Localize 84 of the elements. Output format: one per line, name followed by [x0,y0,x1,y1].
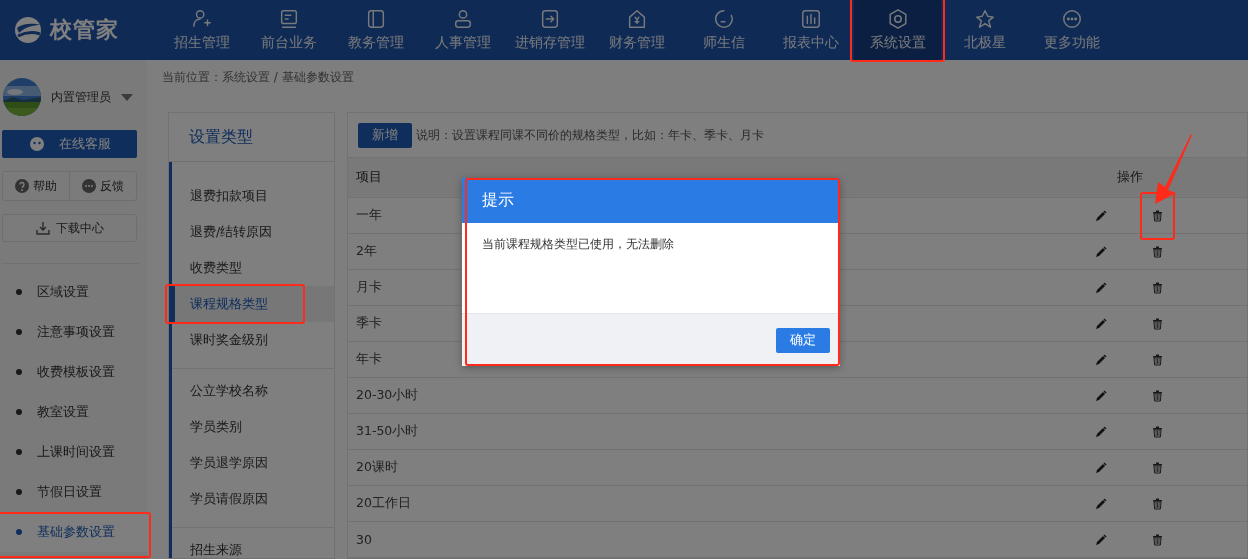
settings-type-item[interactable]: 课时奖金级别 [172,322,334,358]
download-center-button[interactable]: 下载中心 [2,214,137,242]
trash-icon[interactable] [1152,533,1163,546]
chat-bubble-icon [82,179,96,193]
column-header: 项目 [356,169,382,184]
download-icon [35,221,50,235]
settings-type-item[interactable]: 课程规格类型 [169,286,334,322]
table-cell: 30 [356,532,372,547]
pencil-icon[interactable] [1095,317,1107,330]
sidebar-menu-item[interactable]: 节假日设置 [0,472,147,512]
settings-type-item[interactable]: 退费扣款项目 [172,178,334,214]
pencil-icon[interactable] [1095,281,1107,294]
settings-type-item[interactable]: 退费/结转原因 [172,214,334,250]
question-icon [15,179,29,193]
online-service-button[interactable]: 在线客服 [2,130,137,158]
logo-text: 校管家 [50,16,119,44]
description-text: 说明：设置课程同课不同价的规格类型，比如：年卡、季卡、月卡 [416,126,764,144]
trash-icon[interactable] [1152,461,1163,474]
person-add-icon [190,8,213,30]
trash-icon[interactable] [1152,209,1163,222]
table-cell: 31-50小时 [356,423,419,438]
star-icon [973,8,996,30]
nav-tab[interactable]: 前台业务 [245,0,332,60]
feedback-button[interactable]: 反馈 [69,172,136,200]
user-name: 内置管理员 [51,88,111,106]
pencil-icon[interactable] [1095,497,1107,510]
sidebar-menu-item[interactable]: 教室设置 [0,392,147,432]
table-cell: 20工作日 [356,495,411,510]
logo-icon [12,15,44,45]
pencil-icon[interactable] [1095,389,1107,402]
nav-tab[interactable]: 人事管理 [419,0,506,60]
trash-icon[interactable] [1152,353,1163,366]
pencil-icon[interactable] [1095,425,1107,438]
nav-tab[interactable]: 招生管理 [158,0,245,60]
settings-type-item[interactable]: 学员退学原因 [172,445,334,481]
nav-tab[interactable]: 进销存管理 [506,0,593,60]
dialog-title: 提示 [462,178,840,223]
add-button[interactable]: 新增 [358,122,412,148]
sidebar-menu-item[interactable]: 上课时间设置 [0,432,147,472]
dialog-message: 当前课程规格类型已使用，无法删除 [482,237,674,251]
table-cell: 2年 [356,243,377,258]
nav-tab[interactable]: 师生信 [680,0,767,60]
table-cell: 季卡 [356,315,382,330]
settings-type-item[interactable]: 学员请假原因 [172,481,334,517]
dropdown-caret-icon[interactable] [121,93,133,101]
sidebar-menu-item[interactable]: 基础参数设置 [0,512,147,552]
nav-tab[interactable]: 系统设置 [854,0,941,60]
pencil-icon[interactable] [1095,353,1107,366]
chart-icon [799,8,822,30]
panel-title: 设置类型 [169,113,334,162]
confirm-button[interactable]: 确定 [776,327,830,353]
chat-icon [712,8,735,30]
nav-tab[interactable]: 财务管理 [593,0,680,60]
column-header: 操作 [1117,169,1143,186]
nav-tab[interactable]: 报表中心 [767,0,854,60]
chat-face-icon [28,136,45,152]
pencil-icon[interactable] [1095,209,1107,222]
settings-type-item[interactable]: 学员类别 [172,409,334,445]
trash-icon[interactable] [1152,425,1163,438]
table-cell: 20课时 [356,459,398,474]
trash-icon[interactable] [1152,245,1163,258]
pencil-icon[interactable] [1095,533,1107,546]
nav-tab[interactable]: 更多功能 [1028,0,1115,60]
nav-tab[interactable]: 教务管理 [332,0,419,60]
pencil-icon[interactable] [1095,461,1107,474]
trash-icon[interactable] [1152,389,1163,402]
sidebar-menu-item[interactable]: 注意事项设置 [0,312,147,352]
settings-icon [886,8,909,30]
table-cell: 月卡 [356,279,382,294]
table-cell: 年卡 [356,351,382,366]
table-cell: 20-30小时 [356,387,419,402]
sidebar-menu-item[interactable]: 收费模板设置 [0,352,147,392]
breadcrumb: 当前位置：系统设置 / 基础参数设置 [162,70,354,84]
more-icon [1060,8,1083,30]
pencil-icon[interactable] [1095,245,1107,258]
trash-icon[interactable] [1152,497,1163,510]
help-button[interactable]: 帮助 [3,172,69,200]
trash-icon[interactable] [1152,281,1163,294]
nav-tab[interactable]: 北极星 [941,0,1028,60]
trash-icon[interactable] [1152,317,1163,330]
settings-type-item[interactable]: 收费类型 [172,250,334,286]
settings-type-item[interactable]: 公立学校名称 [172,373,334,409]
sidebar-menu-item[interactable]: 区域设置 [0,272,147,312]
settings-type-item[interactable]: 招生来源 [172,532,334,558]
